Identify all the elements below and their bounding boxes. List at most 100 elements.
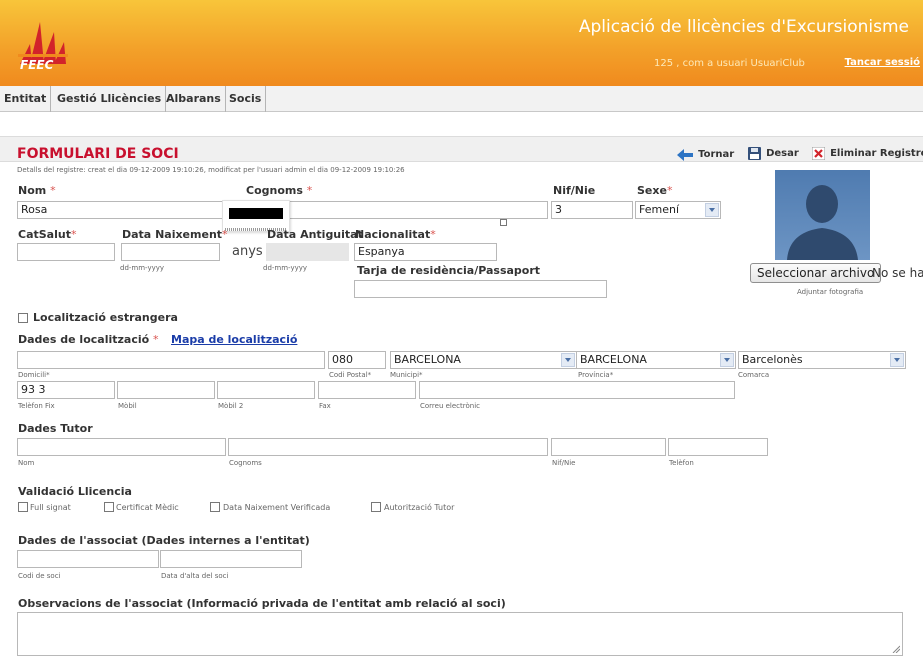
back-button[interactable]: Tornar bbox=[677, 144, 735, 161]
data-naix-verificada-label: Data Naixement Verificada bbox=[223, 503, 331, 512]
tutor-nom-input[interactable] bbox=[17, 438, 226, 456]
menu-item-gestio-llicencies[interactable]: Gestió Llicències bbox=[53, 86, 167, 112]
associat-title: Dades de l'associat (Dades internes a l'… bbox=[18, 534, 310, 547]
autoritzacio-tutor-label: Autorització Tutor bbox=[384, 503, 455, 512]
delete-x-icon bbox=[811, 146, 826, 161]
feec-logo: FEEC bbox=[16, 14, 76, 74]
arrow-left-icon bbox=[677, 148, 693, 161]
certificat-medic-checkbox[interactable] bbox=[104, 502, 114, 512]
person-silhouette-icon bbox=[787, 185, 858, 260]
comarca-value: Barcelonès bbox=[742, 353, 803, 366]
full-signat-label: Full signat bbox=[30, 503, 71, 512]
nacionalitat-input[interactable]: Espanya bbox=[354, 243, 497, 261]
tutor-telefon-label: Telèfon bbox=[669, 459, 694, 467]
municipi-select[interactable]: BARCELONA bbox=[390, 351, 577, 369]
comarca-select[interactable]: Barcelonès bbox=[738, 351, 906, 369]
nacionalitat-label-text: Nacionalitat bbox=[355, 228, 431, 241]
fax-input[interactable] bbox=[318, 381, 416, 399]
mobil-input[interactable] bbox=[117, 381, 215, 399]
email-input[interactable] bbox=[419, 381, 735, 399]
sexe-select[interactable]: Femení bbox=[635, 201, 721, 219]
required-mark: * bbox=[430, 228, 436, 241]
data-naix-verificada-checkbox[interactable] bbox=[210, 502, 220, 512]
data-antiguitat-label: Data Antiguitat bbox=[267, 228, 363, 241]
select-file-button[interactable]: Seleccionar archivo bbox=[750, 263, 882, 283]
domicili-input[interactable] bbox=[17, 351, 325, 369]
menu-item-socis[interactable]: Socis bbox=[225, 86, 267, 112]
user-info: 125 , com a usuari UsuariClub bbox=[654, 58, 805, 69]
email-label: Correu electrònic bbox=[420, 402, 481, 410]
full-signat-checkbox[interactable] bbox=[18, 502, 28, 512]
logout-link[interactable]: Tancar sessió bbox=[845, 57, 920, 68]
codi-soci-input[interactable] bbox=[17, 550, 159, 568]
telefon-input[interactable]: 93 3 bbox=[17, 381, 115, 399]
required-mark: * bbox=[153, 333, 159, 346]
record-details: Detalls del registre: creat el dia 09-12… bbox=[17, 166, 405, 174]
postal-code-label: Codi Postal* bbox=[329, 371, 372, 379]
file-status: No se ha bbox=[872, 266, 923, 280]
foreign-location-checkbox[interactable] bbox=[18, 313, 28, 323]
avatar-photo bbox=[775, 170, 870, 260]
map-link[interactable]: Mapa de localització bbox=[171, 333, 297, 346]
app-header: FEEC Aplicació de llicències d'Excursion… bbox=[0, 0, 923, 86]
postal-code-input[interactable]: 080 bbox=[328, 351, 386, 369]
tutor-cognoms-input[interactable] bbox=[228, 438, 548, 456]
small-checkbox[interactable] bbox=[500, 219, 507, 226]
observacions-title: Observacions de l'associat (Informació p… bbox=[18, 597, 506, 610]
municipi-value: BARCELONA bbox=[394, 353, 461, 366]
anys-label: anys bbox=[232, 244, 263, 259]
nif-input[interactable]: 3 bbox=[551, 201, 633, 219]
provincia-select[interactable]: BARCELONA bbox=[576, 351, 736, 369]
observacions-textarea[interactable] bbox=[17, 612, 903, 656]
form-title: FORMULARI DE SOCI bbox=[17, 146, 179, 162]
nif-label: Nif/Nie bbox=[553, 184, 596, 197]
delete-button[interactable]: Eliminar Registre bbox=[811, 143, 923, 161]
provincia-label: Província* bbox=[578, 371, 614, 379]
mobil-label: Mòbil bbox=[118, 402, 137, 410]
tarja-input[interactable] bbox=[354, 280, 607, 298]
municipi-label: Municipi* bbox=[390, 371, 423, 379]
save-label: Desar bbox=[766, 148, 799, 159]
save-button[interactable]: Desar bbox=[748, 143, 799, 160]
menu-item-albarans[interactable]: Albarans bbox=[162, 86, 226, 112]
chevron-down-icon bbox=[561, 353, 575, 367]
localitzacio-title-text: Dades de localització bbox=[18, 333, 150, 346]
mobil2-input[interactable] bbox=[217, 381, 315, 399]
delete-label: Eliminar Registre bbox=[830, 148, 923, 159]
nom-label-text: Nom bbox=[18, 184, 47, 197]
mobil2-label: Mòbil 2 bbox=[218, 402, 244, 410]
certificat-medic-label: Certificat Mèdic bbox=[116, 503, 179, 512]
tutor-telefon-input[interactable] bbox=[668, 438, 768, 456]
back-label: Tornar bbox=[698, 149, 735, 160]
fax-label: Fax bbox=[319, 402, 331, 410]
data-naixement-hint: dd-mm-yyyy bbox=[120, 264, 165, 272]
chevron-down-icon bbox=[705, 203, 719, 217]
autoritzacio-tutor-checkbox[interactable] bbox=[371, 502, 381, 512]
cognoms-label-text: Cognoms bbox=[246, 184, 303, 197]
logo-text: FEEC bbox=[20, 58, 54, 72]
data-alta-label: Data d'alta del soci bbox=[161, 572, 229, 580]
foreign-location-label: Localització estrangera bbox=[33, 311, 178, 324]
floppy-disk-icon bbox=[748, 147, 761, 160]
sexe-label-text: Sexe bbox=[637, 184, 667, 197]
cognoms-input[interactable] bbox=[246, 201, 548, 219]
menu-item-entitat[interactable]: Entitat bbox=[0, 86, 52, 112]
main-menu: Entitat Gestió Llicències Albarans Socis bbox=[0, 86, 923, 112]
provincia-value: BARCELONA bbox=[580, 353, 647, 366]
data-alta-input[interactable] bbox=[160, 550, 302, 568]
tutor-nif-input[interactable] bbox=[551, 438, 666, 456]
tutor-nif-label: Nif/Nie bbox=[552, 459, 576, 467]
catsalut-label-text: CatSalut bbox=[18, 228, 71, 241]
data-antiguitat-input[interactable] bbox=[266, 243, 349, 261]
app-title: Aplicació de llicències d'Excursionisme bbox=[578, 17, 909, 37]
domicili-label: Domicili* bbox=[18, 371, 50, 379]
data-naixement-input[interactable] bbox=[121, 243, 220, 261]
required-mark: * bbox=[70, 228, 77, 241]
catsalut-input[interactable] bbox=[17, 243, 115, 261]
data-naixement-label-text: Data Naixement bbox=[122, 228, 223, 241]
required-mark: * bbox=[50, 184, 56, 197]
data-antiguitat-hint: dd-mm-yyyy bbox=[263, 264, 308, 272]
cognoms-label: Cognoms * bbox=[246, 184, 312, 197]
resize-handle-icon[interactable] bbox=[892, 645, 900, 653]
nom-input[interactable]: Rosa bbox=[17, 201, 247, 219]
